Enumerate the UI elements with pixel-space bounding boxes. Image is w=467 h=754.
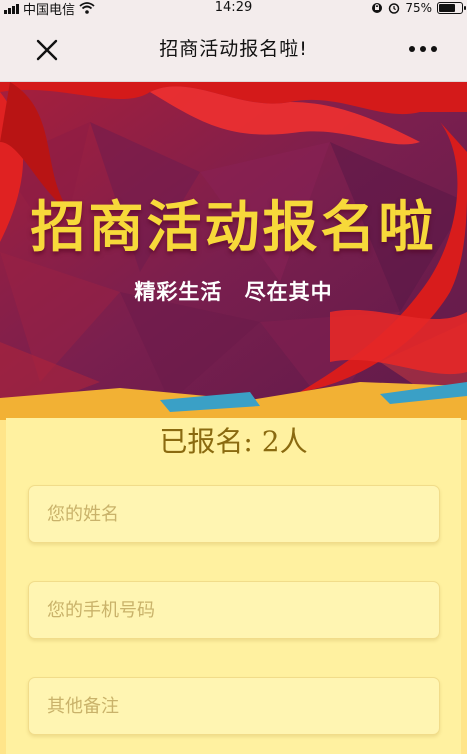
status-right: 75% [371,0,466,16]
banner-subtitle: 精彩生活 尽在其中 [134,280,333,304]
lock-rotation-icon [372,3,383,13]
notes-input[interactable] [28,677,440,735]
banner-title: 招商活动报名啦 [30,195,437,259]
banner: 招商活动报名啦 精彩生活 尽在其中 [0,82,467,420]
signup-form: 已报名: 2人 [6,418,461,754]
page: 中国电信 14:29 75% 招商活动报名啦! 招商活动报名啦 精彩生活 尽在其… [0,0,467,754]
nav-bar: 招商活动报名啦! [0,16,467,82]
status-bar: 中国电信 14:29 75% [0,0,467,18]
close-icon[interactable] [34,37,60,63]
battery-percent: 75% [405,1,432,15]
name-input[interactable] [28,485,440,543]
alarm-icon [389,3,400,14]
signup-count: 已报名: 2人 [159,425,308,458]
battery-icon [437,2,466,14]
battery-fill [439,4,455,12]
nav-title: 招商活动报名啦! [159,38,308,60]
phone-input[interactable] [28,581,440,639]
more-icon[interactable] [409,46,437,52]
